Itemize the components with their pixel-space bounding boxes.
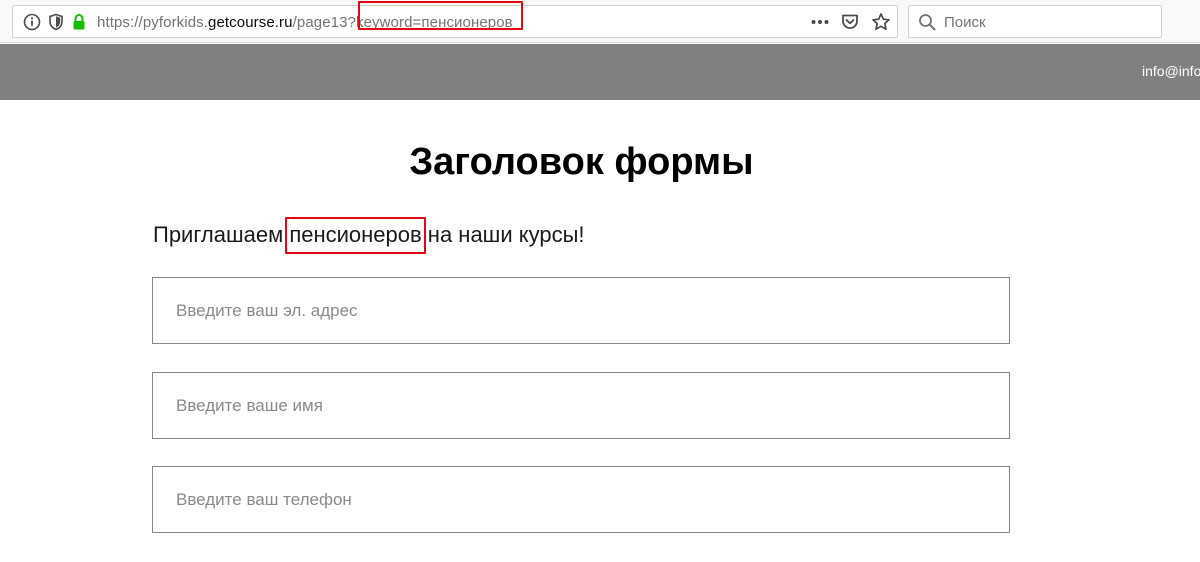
- form-lead-text: Приглашаем пенсионеров на наши курсы!: [153, 217, 585, 254]
- search-bar[interactable]: Поиск: [908, 5, 1162, 38]
- lead-text-after: на наши курсы!: [421, 222, 585, 247]
- site-header: info@info: [0, 44, 1200, 100]
- browser-toolbar: https://pyforkids.getcourse.ru/page13?ke…: [0, 0, 1200, 43]
- search-icon: [919, 14, 936, 31]
- lock-icon[interactable]: [70, 13, 88, 31]
- info-icon[interactable]: [23, 13, 41, 31]
- phone-field[interactable]: [152, 466, 1010, 533]
- search-placeholder[interactable]: Поиск: [944, 14, 986, 31]
- name-field[interactable]: [152, 372, 1010, 439]
- shield-icon[interactable]: [47, 13, 65, 31]
- lead-keyword-highlight: [285, 217, 426, 254]
- form-title: Заголовок формы: [409, 141, 754, 183]
- url-keyword-highlight: [358, 1, 523, 30]
- email-field[interactable]: [152, 277, 1010, 344]
- header-contact-email[interactable]: info@info: [1142, 63, 1200, 80]
- pocket-icon[interactable]: [840, 12, 860, 32]
- star-icon[interactable]: [871, 12, 891, 32]
- more-icon[interactable]: [810, 12, 830, 32]
- lead-keyword: пенсионеров: [285, 217, 426, 254]
- address-bar[interactable]: https://pyforkids.getcourse.ru/page13?ke…: [12, 1, 898, 38]
- lead-text-before: Приглашаем: [153, 222, 290, 247]
